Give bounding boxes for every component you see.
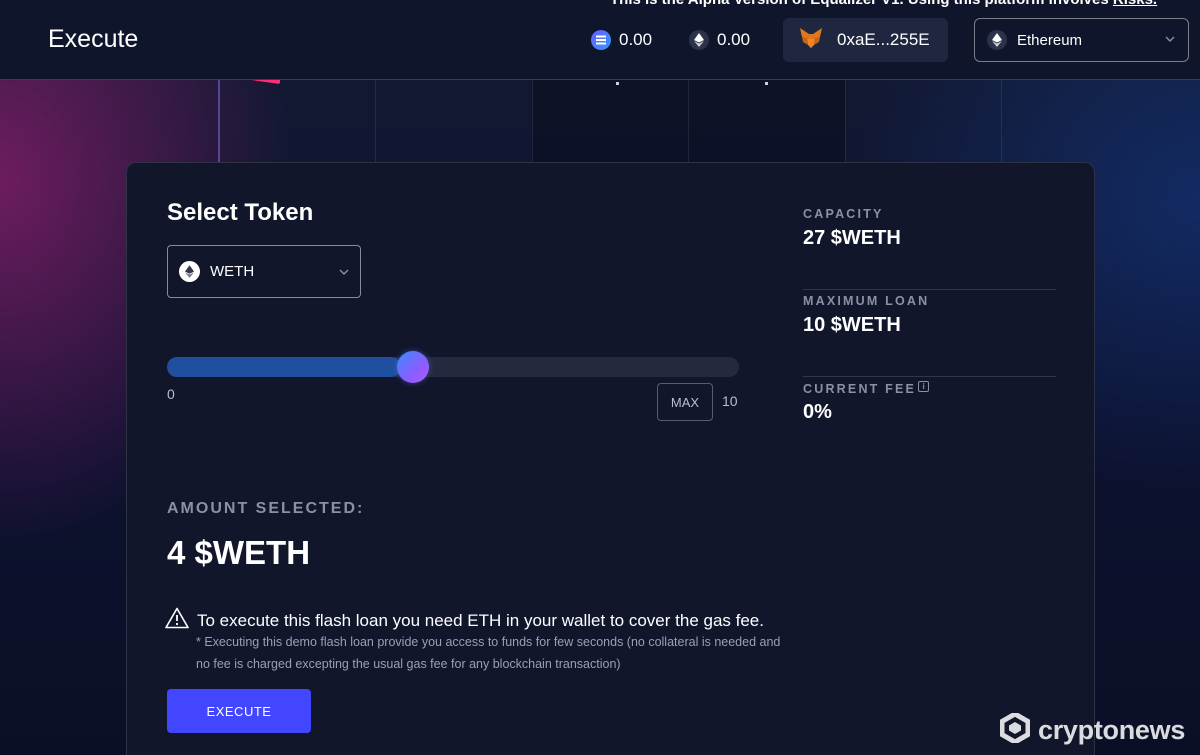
chevron-down-icon [1164, 32, 1176, 49]
page-title: Execute [48, 25, 139, 53]
background-gridlines [0, 80, 1200, 162]
stat-value: 27 $WETH [803, 227, 901, 249]
wallet-address: 0xaE...255E [837, 30, 930, 49]
slider-thumb[interactable] [397, 351, 429, 383]
alpha-banner: This is the Alpha Version of Equalizer V… [610, 0, 1190, 8]
background-gridline [1001, 80, 1002, 162]
gas-warning-text: To execute this flash loan you need ETH … [197, 610, 764, 630]
ethereum-icon [179, 261, 200, 282]
token-select[interactable]: WETH [167, 245, 361, 298]
chevron-down-icon [338, 265, 350, 282]
flash-loan-card: Select Token WETH 0 MAX 10 AMOUNT SELECT… [126, 162, 1095, 755]
background-gridline [845, 80, 846, 162]
card-title: Select Token [167, 199, 314, 226]
max-button[interactable]: MAX [657, 383, 713, 421]
warning-icon [165, 607, 189, 634]
watermark-text: cryptonews [1038, 715, 1186, 745]
ethereum-icon [689, 30, 709, 50]
stat-capacity: CAPACITY 27 $WETH [803, 203, 1056, 290]
cryptonews-watermark: cryptonews [999, 711, 1186, 748]
solana-icon [591, 30, 611, 50]
top-header: This is the Alpha Version of Equalizer V… [0, 0, 1200, 80]
alpha-banner-text: This is the Alpha Version of Equalizer V… [610, 0, 1113, 8]
cryptonews-logo-icon [999, 711, 1031, 748]
background-gridline [532, 80, 533, 162]
slider-max-label: 10 [722, 393, 738, 409]
ethereum-balance-value: 0.00 [717, 30, 751, 49]
stat-label-row: CURRENT FEE i [803, 381, 930, 396]
info-icon[interactable]: i [918, 381, 930, 392]
slider-min-label: 0 [167, 386, 175, 402]
background-gridline [375, 80, 376, 162]
token-select-value: WETH [210, 263, 255, 280]
stat-value: 10 $WETH [803, 314, 901, 336]
amount-selected-label: AMOUNT SELECTED: [167, 500, 365, 517]
solana-balance-value: 0.00 [619, 30, 653, 49]
network-select-value: Ethereum [1017, 31, 1083, 49]
ethereum-icon [987, 30, 1007, 50]
stat-label: MAXIMUM LOAN [803, 294, 930, 308]
loan-stats: CAPACITY 27 $WETH MAXIMUM LOAN 10 $WETH … [803, 203, 1056, 464]
stat-maximum-loan: MAXIMUM LOAN 10 $WETH [803, 290, 1056, 377]
background-gridline [688, 80, 689, 162]
gas-warning: To execute this flash loan you need ETH … [165, 607, 764, 634]
amount-slider[interactable] [167, 351, 739, 383]
metamask-fox-icon [799, 27, 823, 54]
wallet-button[interactable]: 0xaE...255E [783, 18, 948, 62]
flash-loan-note: * Executing this demo flash loan provide… [196, 635, 781, 671]
stat-label: CURRENT FEE [803, 382, 917, 396]
execute-button[interactable]: EXECUTE [167, 689, 311, 733]
solana-balance: 0.00 [591, 30, 652, 50]
stat-current-fee: CURRENT FEE i 0% [803, 377, 1056, 464]
network-select[interactable]: Ethereum [974, 18, 1189, 62]
stat-label: CAPACITY [803, 207, 884, 221]
stat-value: 0% [803, 401, 832, 423]
slider-fill [167, 357, 401, 377]
background-dot [765, 82, 768, 85]
ethereum-balance: 0.00 [689, 30, 750, 50]
background-accent-bar [218, 80, 220, 162]
amount-selected-value: 4 $WETH [167, 534, 311, 571]
background-dot [616, 82, 619, 85]
risks-link[interactable]: Risks. [1113, 0, 1157, 8]
